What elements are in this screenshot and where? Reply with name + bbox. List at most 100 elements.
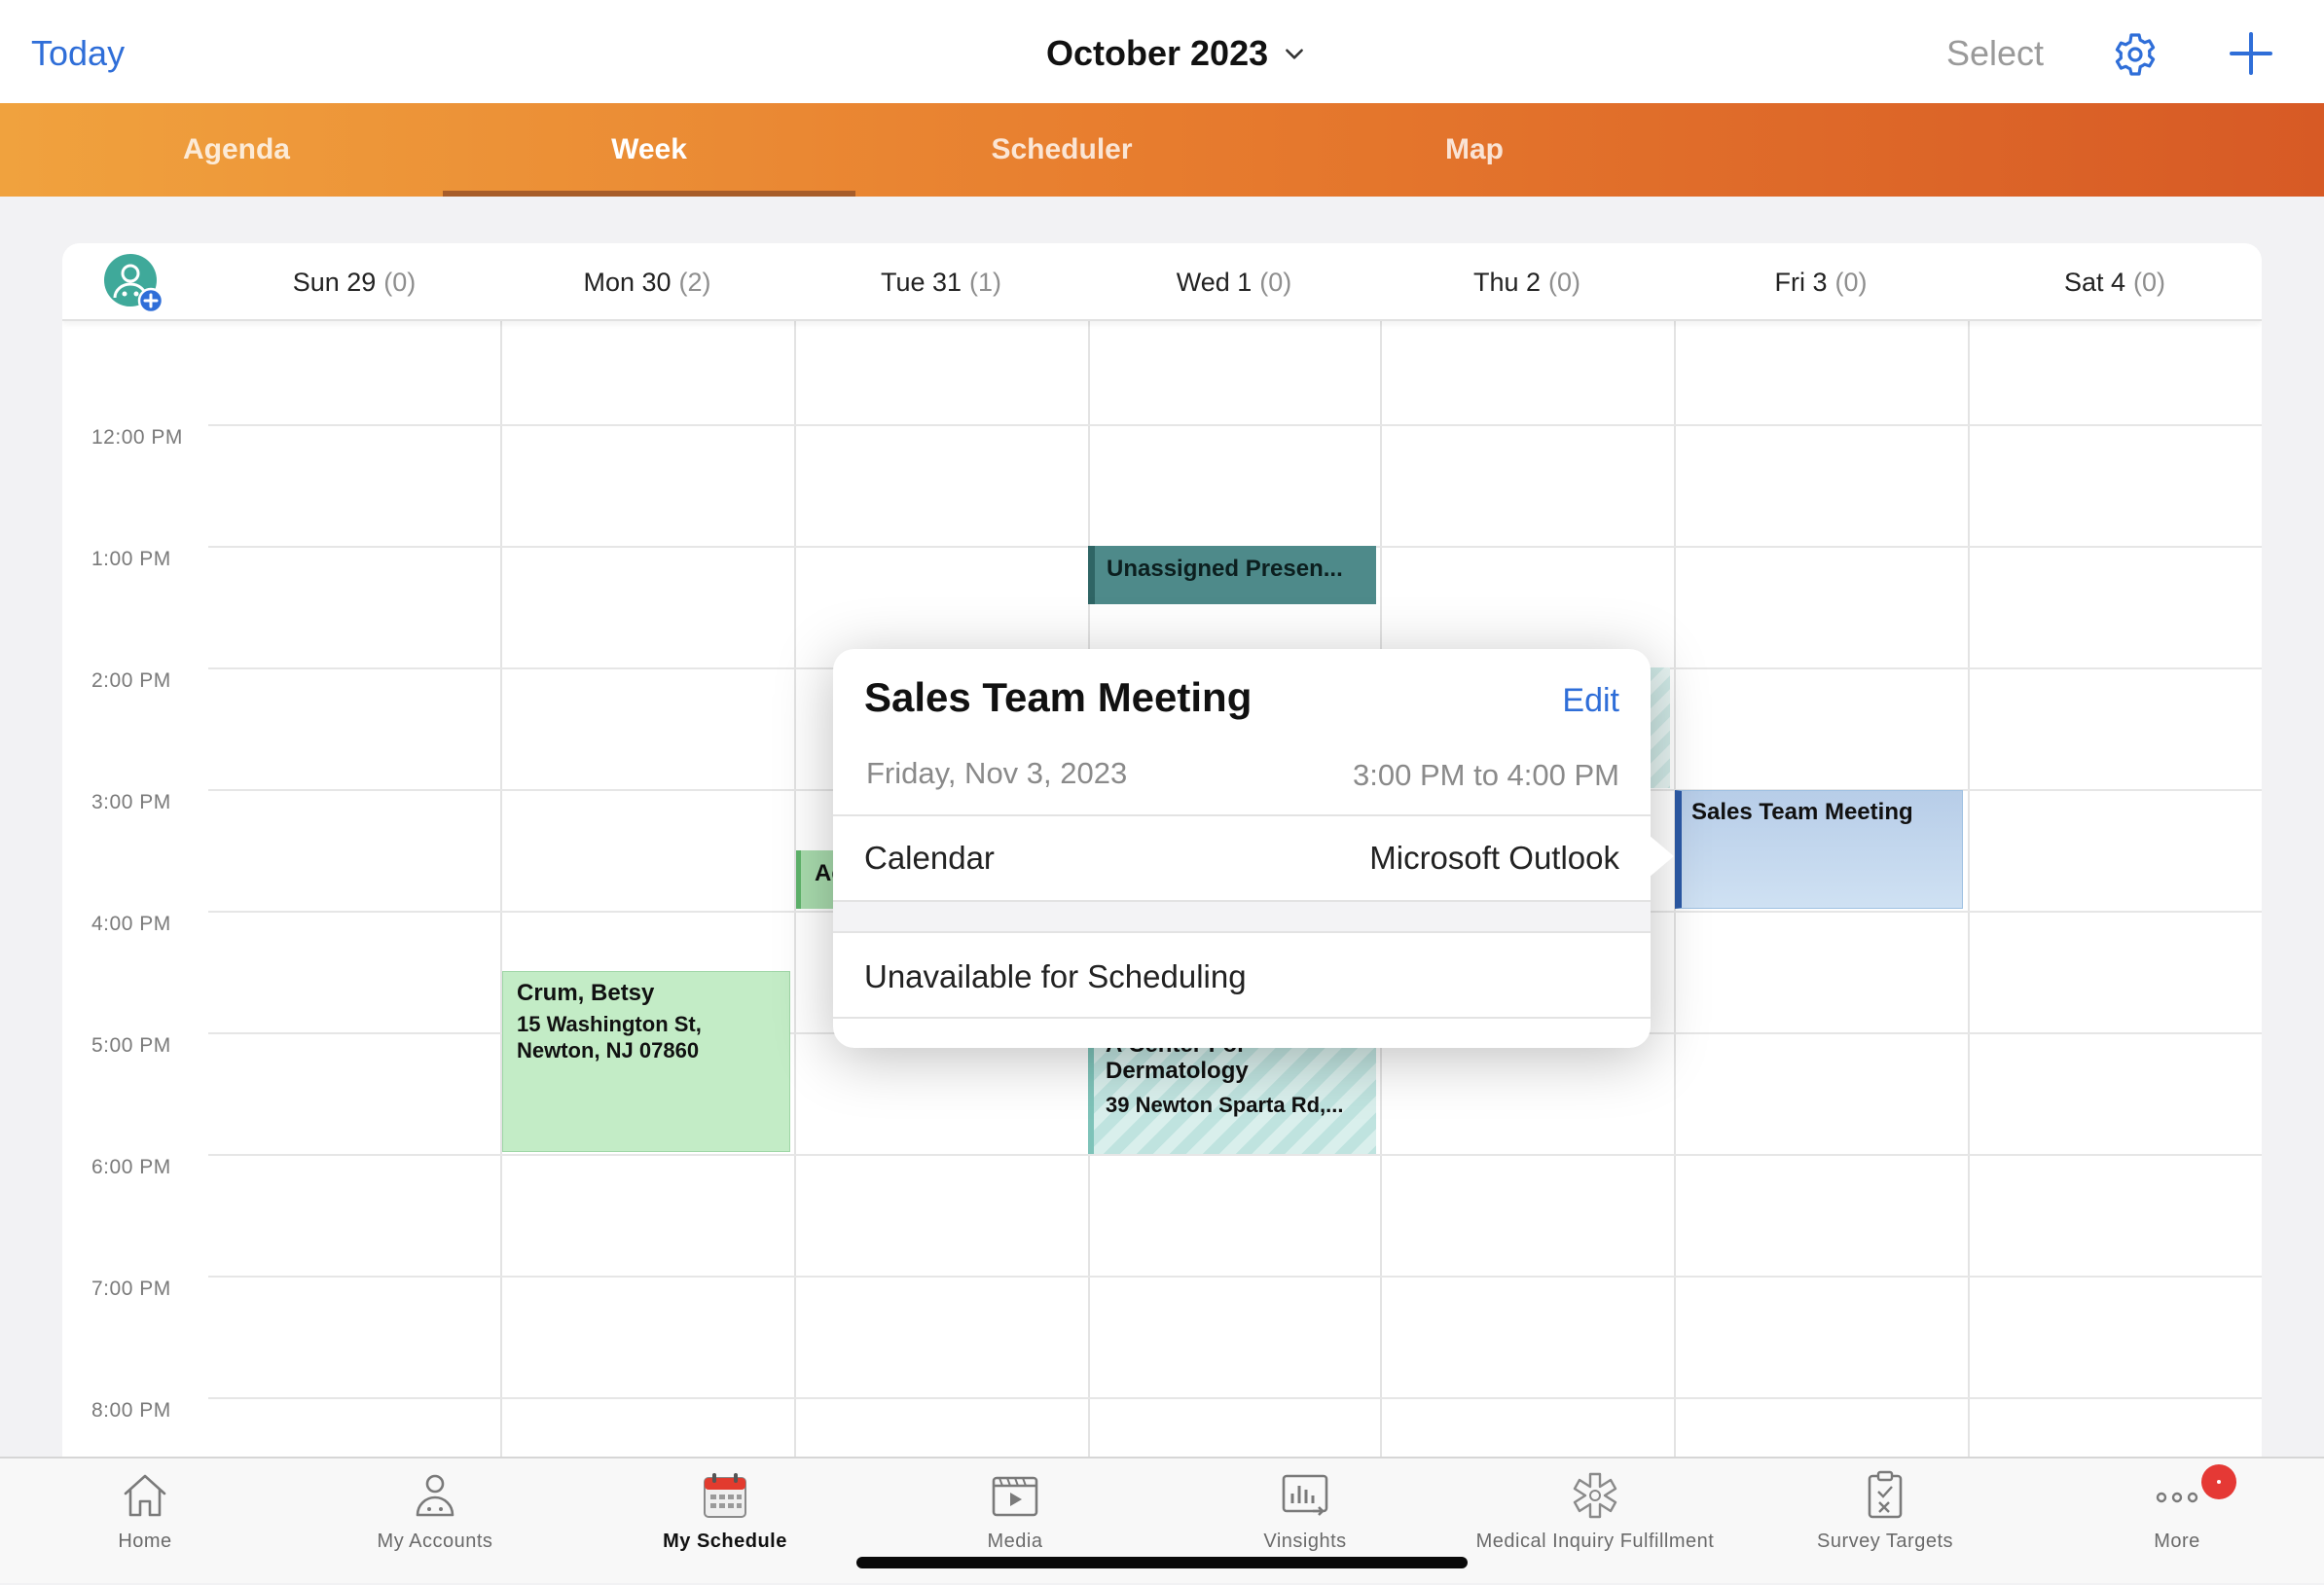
hour-label: 6:00 PM	[91, 1156, 171, 1178]
day-header-wed[interactable]: Wed 1 (0)	[1088, 243, 1380, 321]
day-label: Thu 2	[1472, 267, 1542, 297]
day-count: (0)	[383, 267, 417, 297]
hour-label: 7:00 PM	[91, 1278, 171, 1300]
divider	[833, 814, 1651, 816]
hour-label: 8:00 PM	[91, 1399, 171, 1422]
tab-map[interactable]: Map	[1268, 103, 1681, 197]
top-bar: Today October 2023 Select	[0, 0, 2324, 103]
popover-arrow	[1649, 835, 1674, 878]
day-header-thu[interactable]: Thu 2 (0)	[1380, 243, 1674, 321]
event-title: Sales Team Meeting	[1691, 799, 1913, 825]
select-button[interactable]: Select	[1946, 33, 2044, 74]
nav-label: Medical Inquiry Fulfillment	[1475, 1531, 1715, 1552]
day-label: Sun 29	[292, 267, 377, 297]
tab-agenda[interactable]: Agenda	[30, 103, 443, 197]
day-label: Sat 4	[2063, 267, 2126, 297]
section-gap	[833, 902, 1651, 931]
insights-icon	[1282, 1474, 1328, 1516]
notification-badge	[2201, 1464, 2236, 1499]
nav-label: My Accounts	[377, 1531, 493, 1552]
nav-my-accounts[interactable]: My Accounts	[290, 1459, 580, 1585]
divider	[833, 1017, 1651, 1019]
day-label: Mon 30	[583, 267, 672, 297]
event-center-for-dermatology[interactable]: A Center For Dermatology 39 Newton Spart…	[1088, 1031, 1376, 1154]
event-time-range: 3:00 PM to 4:00 PM	[1353, 758, 1619, 792]
tab-week[interactable]: Week	[443, 103, 855, 197]
edit-button[interactable]: Edit	[1562, 682, 1619, 720]
hour-line	[208, 1276, 2262, 1278]
day-header-fri[interactable]: Fri 3 (0)	[1674, 243, 1968, 321]
day-label: Fri 3	[1774, 267, 1828, 297]
view-tabs: Agenda Week Scheduler Map	[0, 103, 2324, 197]
popover-title: Sales Team Meeting	[864, 674, 1253, 720]
active-tab-indicator	[443, 191, 855, 197]
hour-label: 12:00 PM	[91, 426, 183, 449]
day-divider	[500, 321, 502, 1459]
day-divider	[1968, 321, 1970, 1459]
event-address-line1: 15 Washington St,	[517, 1012, 702, 1036]
event-sales-team-meeting[interactable]: Sales Team Meeting	[1675, 790, 1963, 909]
home-icon	[124, 1474, 166, 1517]
nav-home[interactable]: Home	[0, 1459, 290, 1585]
gear-icon[interactable]	[2112, 31, 2159, 78]
day-count: (0)	[1259, 267, 1292, 297]
nav-my-schedule[interactable]: My Schedule	[580, 1459, 870, 1585]
month-picker[interactable]: October 2023	[1046, 33, 1307, 74]
event-date: Friday, Nov 3, 2023	[866, 756, 1128, 790]
hour-label: 5:00 PM	[91, 1034, 171, 1057]
hour-label: 4:00 PM	[91, 913, 171, 935]
nav-label: Media	[987, 1531, 1043, 1552]
nav-more[interactable]: More	[2032, 1459, 2322, 1585]
event-title-line2: Dermatology	[1106, 1058, 1249, 1084]
month-label: October 2023	[1046, 33, 1269, 73]
home-indicator	[856, 1557, 1468, 1568]
event-details-popover: Sales Team Meeting Edit Friday, Nov 3, 2…	[833, 649, 1651, 1048]
event-thu-striped[interactable]	[1651, 667, 1670, 788]
nav-label: Survey Targets	[1816, 1531, 1954, 1552]
nav-label: Home	[118, 1531, 172, 1552]
day-header-sun[interactable]: Sun 29 (0)	[208, 243, 500, 321]
day-header-sat[interactable]: Sat 4 (0)	[1968, 243, 2262, 321]
accounts-icon	[416, 1474, 454, 1517]
hour-line	[208, 424, 2262, 426]
nav-label: More	[2154, 1531, 2200, 1552]
hour-label: 3:00 PM	[91, 791, 171, 813]
event-title: Crum, Betsy	[517, 980, 655, 1006]
chevron-down-icon	[1286, 49, 1304, 59]
calendar-label: Calendar	[864, 840, 995, 876]
nav-label: Vinsights	[1263, 1531, 1347, 1552]
event-crum-betsy[interactable]: Crum, Betsy 15 Washington St, Newton, NJ…	[502, 971, 790, 1152]
day-count: (0)	[1548, 267, 1581, 297]
day-count: (0)	[1834, 267, 1868, 297]
day-count: (1)	[969, 267, 1002, 297]
more-icon	[2156, 1492, 2198, 1503]
add-icon[interactable]	[2229, 31, 2273, 76]
survey-icon	[1868, 1470, 1903, 1519]
event-address-line2: Newton, NJ 07860	[517, 1038, 700, 1063]
day-count: (0)	[2133, 267, 2166, 297]
day-header-mon[interactable]: Mon 30 (2)	[500, 243, 794, 321]
today-button[interactable]: Today	[31, 33, 125, 74]
calendar-icon	[704, 1473, 746, 1518]
calendar-value: Microsoft Outlook	[1369, 840, 1619, 876]
nav-survey-targets[interactable]: Survey Targets	[1740, 1459, 2030, 1585]
week-header: Sun 29 (0) Mon 30 (2) Tue 31 (1) Wed 1 (0) T…	[62, 243, 2262, 321]
day-label: Tue 31	[880, 267, 962, 297]
nav-label: My Schedule	[663, 1531, 787, 1552]
media-icon	[992, 1476, 1038, 1517]
hour-label: 1:00 PM	[91, 548, 171, 570]
availability-status: Unavailable for Scheduling	[864, 958, 1247, 994]
hour-line	[208, 1397, 2262, 1399]
add-attendee-icon[interactable]	[103, 253, 165, 315]
medical-icon	[1573, 1472, 1617, 1519]
event-title: Unassigned Presen...	[1107, 556, 1343, 582]
nav-medical-inquiry-fulfillment[interactable]: Medical Inquiry Fulfillment	[1450, 1459, 1740, 1585]
divider	[833, 931, 1651, 933]
event-address: 39 Newton Sparta Rd,...	[1106, 1093, 1344, 1117]
tab-scheduler[interactable]: Scheduler	[855, 103, 1268, 197]
day-header-tue[interactable]: Tue 31 (1)	[794, 243, 1088, 321]
day-label: Wed 1	[1176, 267, 1253, 297]
day-count: (2)	[678, 267, 711, 297]
hour-label: 2:00 PM	[91, 669, 171, 692]
event-unassigned-presentation[interactable]: Unassigned Presen...	[1088, 546, 1376, 604]
